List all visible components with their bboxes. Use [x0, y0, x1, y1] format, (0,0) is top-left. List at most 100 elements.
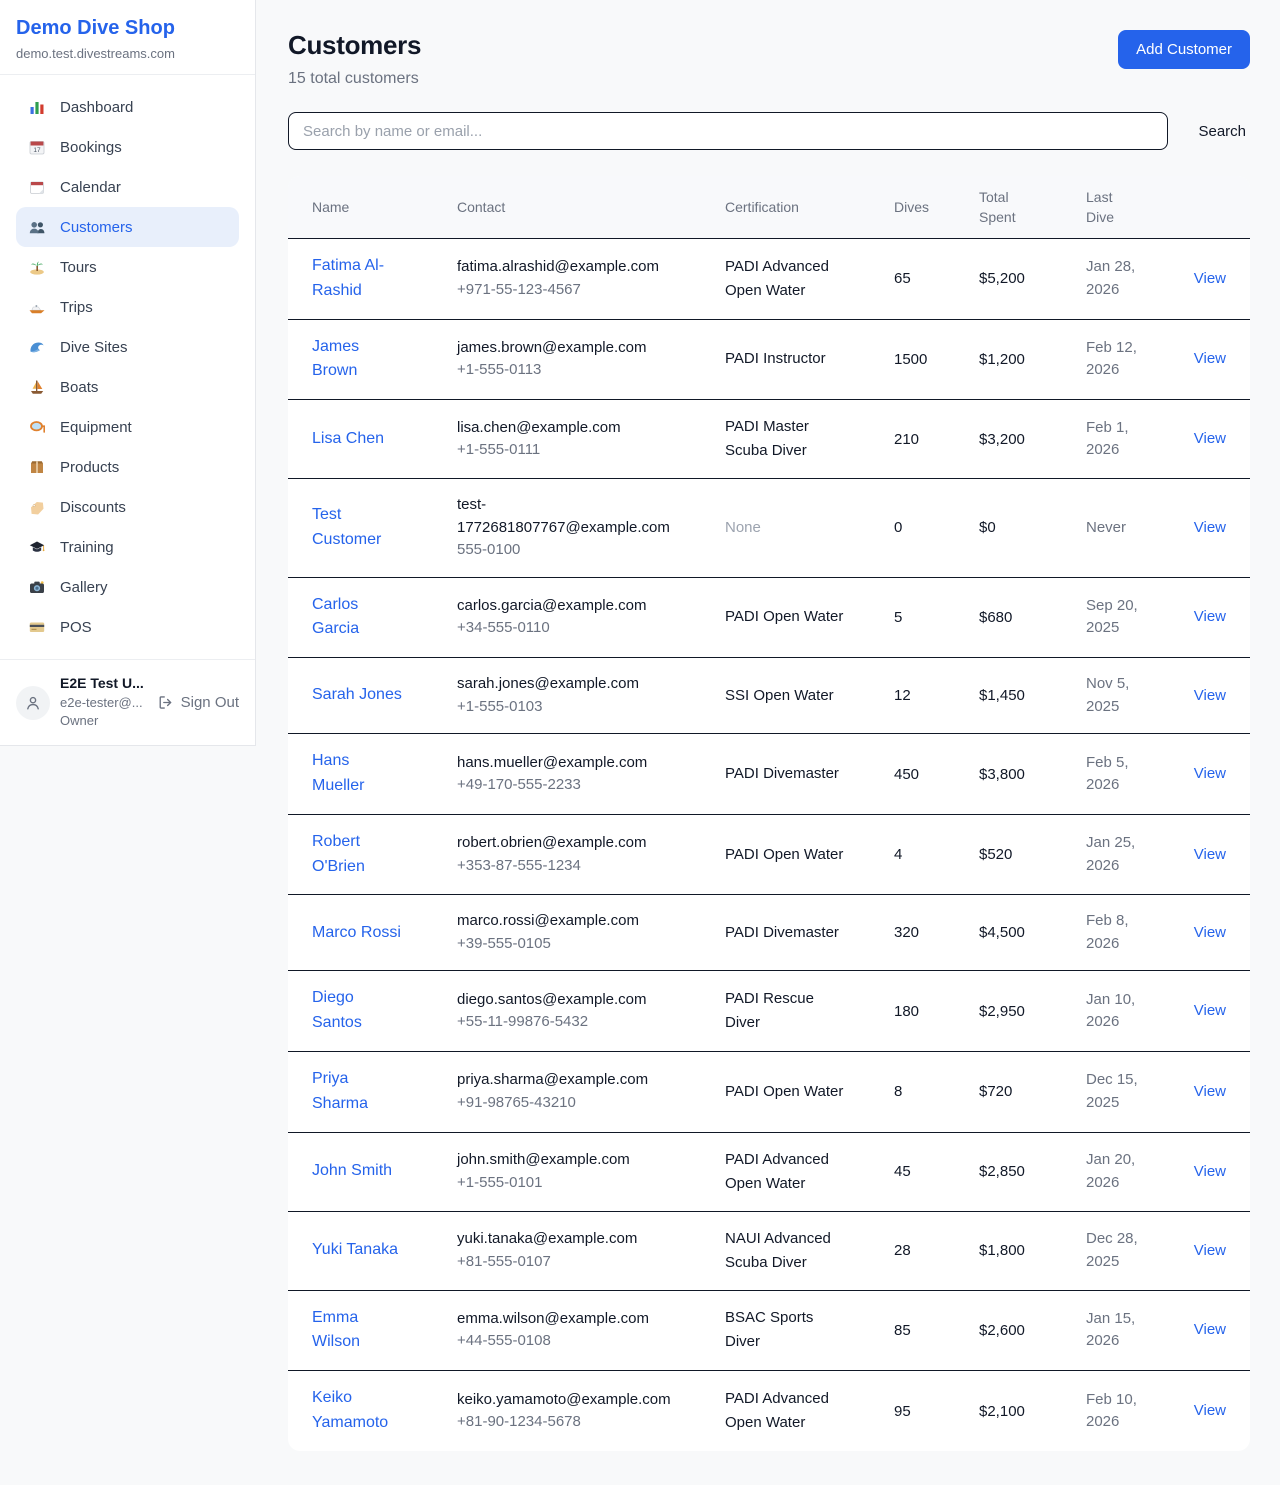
sidebar-item-products[interactable]: Products [16, 447, 239, 487]
sidebar-item-gallery[interactable]: Gallery [16, 567, 239, 607]
customer-certification: PADI Master Scuba Diver [725, 415, 894, 463]
view-customer-link[interactable]: View [1194, 1242, 1226, 1259]
customer-email: priya.sharma@example.com [457, 1069, 673, 1092]
sidebar-item-training[interactable]: Training [16, 527, 239, 567]
view-customer-link[interactable]: View [1194, 519, 1226, 536]
customer-name-link[interactable]: Priya Sharma [312, 1067, 404, 1117]
sidebar-item-customers[interactable]: Customers [16, 207, 239, 247]
customer-name-link[interactable]: Keiko Yamamoto [312, 1386, 404, 1436]
users-icon [28, 218, 46, 236]
column-header-last-dive: Last Dive [1086, 187, 1126, 228]
customer-name-link[interactable]: John Smith [312, 1159, 404, 1184]
customer-contact: yuki.tanaka@example.com +81-555-0107 [457, 1228, 725, 1273]
view-customer-link[interactable]: View [1194, 270, 1226, 287]
sidebar-item-tours[interactable]: Tours [16, 247, 239, 287]
sidebar-item-discounts[interactable]: Discounts [16, 487, 239, 527]
view-customer-link[interactable]: View [1194, 1083, 1226, 1100]
customer-name-link[interactable]: Test Customer [312, 503, 404, 553]
customer-total-spent: $2,850 [979, 1163, 1086, 1180]
customer-dives: 28 [894, 1242, 979, 1259]
bar-chart-icon [28, 98, 46, 116]
sidebar-item-equipment[interactable]: Equipment [16, 407, 239, 447]
customer-name-link[interactable]: Marco Rossi [312, 921, 404, 946]
sidebar-item-bookings[interactable]: 17 Bookings [16, 127, 239, 167]
customer-name-link[interactable]: James Brown [312, 335, 404, 385]
view-customer-link[interactable]: View [1194, 350, 1226, 367]
sidebar-item-label: Discounts [60, 499, 126, 516]
customer-total-spent: $3,800 [979, 766, 1086, 783]
customer-dives: 95 [894, 1403, 979, 1420]
customer-last-dive: Jan 20, 2026 [1086, 1149, 1146, 1194]
view-customer-link[interactable]: View [1194, 687, 1226, 704]
user-email: e2e-tester@... [60, 694, 147, 713]
customer-name-link[interactable]: Robert O'Brien [312, 830, 404, 880]
view-customer-link[interactable]: View [1194, 430, 1226, 447]
view-customer-link[interactable]: View [1194, 924, 1226, 941]
table-row: Yuki Tanaka yuki.tanaka@example.com +81-… [288, 1211, 1250, 1290]
camera-icon [28, 578, 46, 596]
table-body: Fatima Al-Rashid fatima.alrashid@example… [288, 239, 1250, 1451]
customer-phone: +55-11-99876-5432 [457, 1011, 673, 1034]
sidebar-item-calendar[interactable]: Calendar [16, 167, 239, 207]
sign-out-label: Sign Out [181, 694, 239, 711]
customer-contact: robert.obrien@example.com +353-87-555-12… [457, 832, 725, 877]
view-customer-link[interactable]: View [1194, 765, 1226, 782]
table-row: Robert O'Brien robert.obrien@example.com… [288, 814, 1250, 895]
customer-name-link[interactable]: Sarah Jones [312, 683, 404, 708]
customer-total-spent: $2,600 [979, 1322, 1086, 1339]
customer-last-dive: Sep 20, 2025 [1086, 595, 1146, 640]
tag-icon [28, 498, 46, 516]
sidebar-item-boats[interactable]: Boats [16, 367, 239, 407]
customer-phone: +39-555-0105 [457, 933, 673, 956]
customer-name-link[interactable]: Fatima Al-Rashid [312, 254, 404, 304]
customer-name-link[interactable]: Lisa Chen [312, 427, 404, 452]
table-row: Diego Santos diego.santos@example.com +5… [288, 970, 1250, 1051]
table-row: Lisa Chen lisa.chen@example.com +1-555-0… [288, 399, 1250, 478]
customer-last-dive: Nov 5, 2025 [1086, 673, 1146, 718]
credit-card-icon [28, 618, 46, 636]
customer-dives: 450 [894, 766, 979, 783]
view-customer-link[interactable]: View [1194, 1321, 1226, 1338]
customer-contact: fatima.alrashid@example.com +971-55-123-… [457, 256, 725, 301]
customer-certification: PADI Advanced Open Water [725, 1387, 894, 1435]
customer-total-spent: $2,100 [979, 1403, 1086, 1420]
customer-name-link[interactable]: Hans Mueller [312, 749, 404, 799]
customer-phone: +971-55-123-4567 [457, 279, 673, 302]
user-panel: E2E Test U... e2e-tester@... Owner Sign … [0, 659, 255, 745]
sidebar-item-trips[interactable]: Trips [16, 287, 239, 327]
customer-phone: +81-90-1234-5678 [457, 1411, 673, 1434]
search-button[interactable]: Search [1194, 123, 1250, 140]
customer-phone: +1-555-0111 [457, 439, 673, 462]
customer-name-link[interactable]: Carlos Garcia [312, 593, 404, 643]
view-customer-link[interactable]: View [1194, 1402, 1226, 1419]
sign-out-button[interactable]: Sign Out [157, 694, 239, 711]
customer-phone: +1-555-0113 [457, 359, 673, 382]
customer-dives: 1500 [894, 351, 979, 368]
customer-certification: PADI Instructor [725, 347, 894, 371]
sidebar-item-dive-sites[interactable]: Dive Sites [16, 327, 239, 367]
customer-last-dive: Feb 8, 2026 [1086, 910, 1146, 955]
customer-name-link[interactable]: Emma Wilson [312, 1306, 404, 1356]
view-customer-link[interactable]: View [1194, 608, 1226, 625]
customer-last-dive: Feb 12, 2026 [1086, 337, 1146, 382]
sidebar-nav: Dashboard 17 Bookings Calendar Customers… [0, 75, 255, 659]
customer-name-link[interactable]: Diego Santos [312, 986, 404, 1036]
shop-domain: demo.test.divestreams.com [16, 46, 239, 61]
sidebar-item-label: Calendar [60, 179, 121, 196]
brand-block: Demo Dive Shop demo.test.divestreams.com [0, 0, 255, 75]
add-customer-button[interactable]: Add Customer [1118, 30, 1250, 69]
customer-contact: keiko.yamamoto@example.com +81-90-1234-5… [457, 1389, 725, 1434]
sidebar-item-dashboard[interactable]: Dashboard [16, 87, 239, 127]
customer-email: lisa.chen@example.com [457, 417, 673, 440]
customer-total-spent: $0 [979, 519, 1086, 536]
customer-name-link[interactable]: Yuki Tanaka [312, 1238, 404, 1263]
main-content: Customers 15 total customers Add Custome… [256, 0, 1280, 1451]
view-customer-link[interactable]: View [1194, 1163, 1226, 1180]
sidebar-item-pos[interactable]: POS [16, 607, 239, 647]
customer-total-spent: $720 [979, 1083, 1086, 1100]
page-header: Customers 15 total customers Add Custome… [288, 30, 1250, 88]
view-customer-link[interactable]: View [1194, 1002, 1226, 1019]
view-customer-link[interactable]: View [1194, 846, 1226, 863]
speedboat-icon [28, 298, 46, 316]
search-input[interactable] [288, 112, 1168, 150]
